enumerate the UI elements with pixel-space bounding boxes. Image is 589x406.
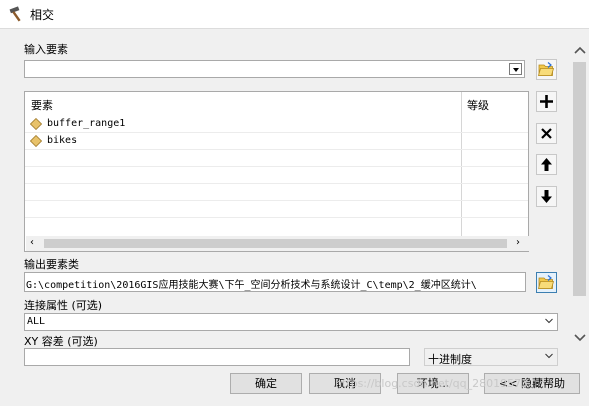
output-feature-class-label: 输出要素类 [24, 258, 79, 271]
delete-x-icon [541, 128, 552, 139]
open-folder-icon [537, 275, 555, 289]
chevron-down-icon[interactable] [545, 317, 553, 325]
table-row[interactable] [25, 201, 528, 218]
move-up-button[interactable] [536, 154, 557, 175]
vertical-scroll-thumb[interactable] [573, 62, 586, 296]
xy-tolerance-label: XY 容差 (可选) [24, 335, 98, 348]
title-bar: 相交 [0, 0, 589, 29]
input-features-label: 输入要素 [24, 43, 68, 56]
ok-button[interactable]: 确定 [230, 373, 302, 394]
scroll-up-icon[interactable] [574, 45, 586, 55]
move-down-button[interactable] [536, 186, 557, 207]
scroll-right-icon[interactable]: › [516, 237, 520, 248]
vertical-scrollbar[interactable] [571, 40, 589, 348]
output-feature-class-input[interactable]: G:\competition\2016GIS应用技能大赛\下午_空间分析技术与系… [24, 272, 526, 292]
chevron-down-icon[interactable] [545, 352, 553, 360]
arrow-down-icon [541, 190, 552, 203]
join-attributes-dropdown[interactable]: ALL [24, 313, 558, 331]
join-attributes-value: ALL [27, 316, 46, 327]
xy-tolerance-unit: 十进制度 [428, 353, 472, 366]
add-row-button[interactable] [536, 91, 557, 112]
table-row[interactable] [25, 184, 528, 201]
plus-icon [540, 95, 553, 108]
column-header-rank[interactable]: 等级 [467, 97, 489, 113]
input-features-dropdown[interactable] [24, 60, 525, 78]
xy-tolerance-unit-dropdown[interactable]: 十进制度 [424, 348, 558, 366]
output-path-value: G:\competition\2016GIS应用技能大赛\下午_空间分析技术与系… [26, 280, 477, 291]
feature-class-icon [30, 118, 42, 130]
open-folder-icon [537, 62, 555, 76]
column-header-feature[interactable]: 要素 [31, 97, 53, 113]
feature-class-icon [30, 135, 42, 147]
arrow-up-icon [541, 158, 552, 171]
scroll-down-icon[interactable] [574, 333, 586, 343]
hammer-icon [9, 6, 21, 22]
horizontal-scrollbar[interactable]: ‹ › [26, 236, 529, 251]
scroll-left-icon[interactable]: ‹ [30, 237, 34, 248]
browse-output-button[interactable] [536, 272, 557, 293]
remove-row-button[interactable] [536, 123, 557, 144]
table-row[interactable] [25, 150, 528, 167]
features-table[interactable]: 要素 等级 buffer_range1 bikes ‹ › [24, 91, 529, 252]
table-row[interactable]: bikes [25, 133, 528, 150]
join-attributes-label: 连接属性 (可选) [24, 299, 103, 312]
table-row[interactable]: buffer_range1 [25, 116, 528, 133]
xy-tolerance-input[interactable] [24, 348, 410, 366]
watermark: https://blog.csdn.net/qq_28019573 [335, 377, 529, 390]
dropdown-arrow-icon[interactable] [509, 63, 522, 75]
row-feature-name: bikes [47, 135, 78, 146]
row-feature-name: buffer_range1 [47, 118, 126, 129]
browse-input-button[interactable] [536, 59, 557, 80]
window-title: 相交 [30, 8, 55, 22]
table-row[interactable] [25, 167, 528, 184]
horizontal-scroll-thumb[interactable] [44, 239, 507, 248]
